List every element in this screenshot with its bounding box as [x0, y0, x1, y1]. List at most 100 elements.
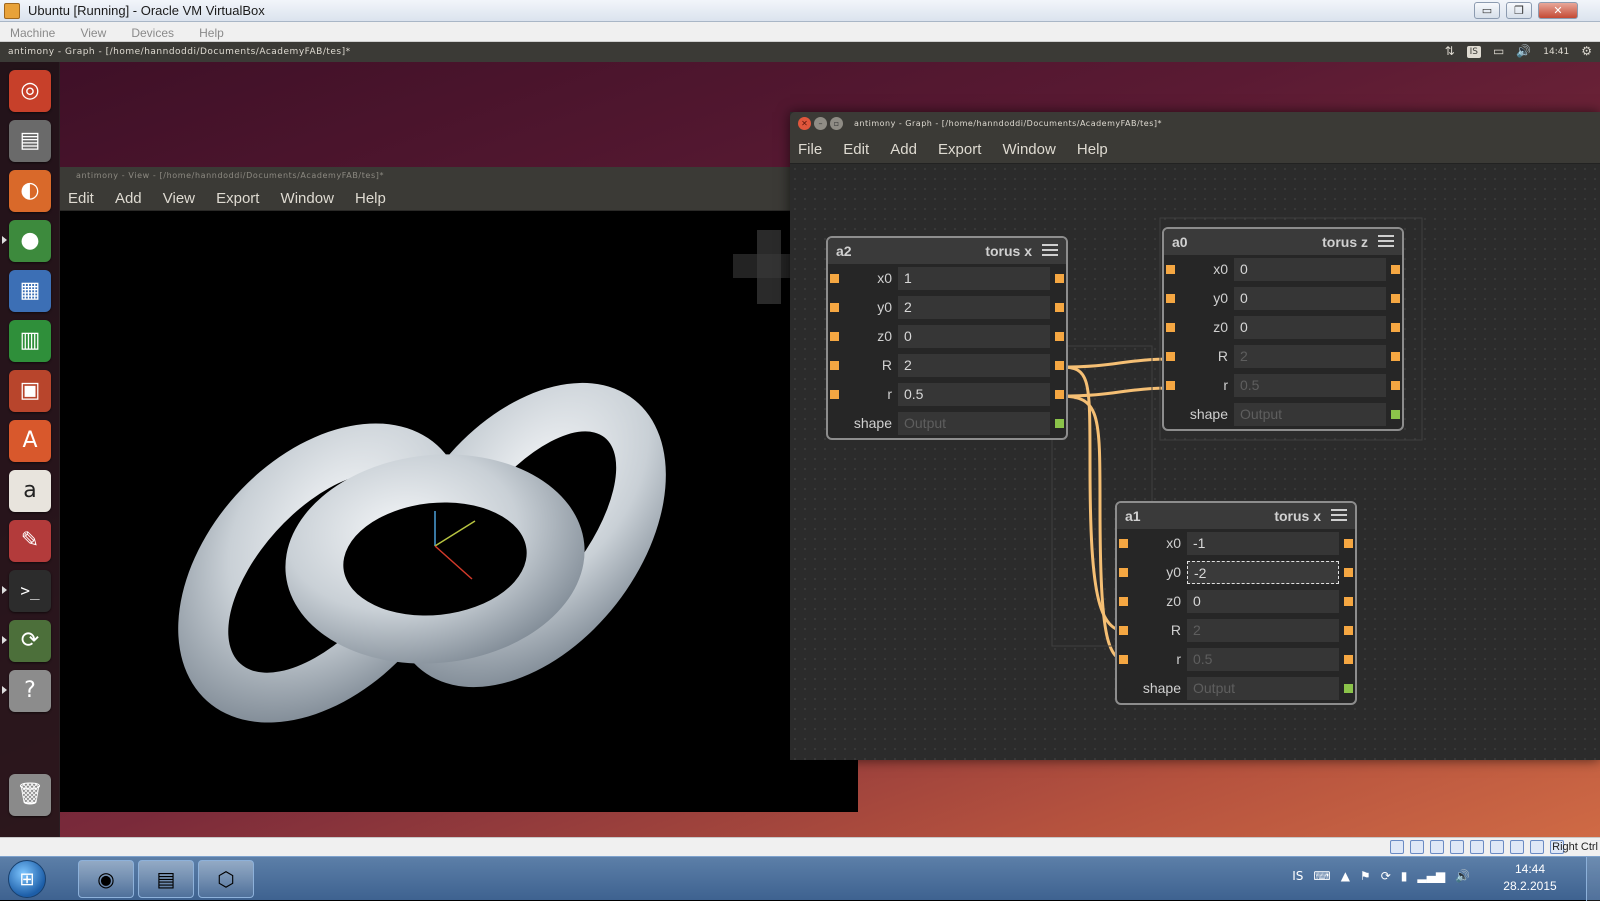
network-icon[interactable]: ▂▄▆ — [1417, 869, 1445, 883]
gear-icon[interactable]: ⚙ — [1581, 44, 1592, 58]
show-hidden-icons-icon[interactable]: ▲ — [1341, 869, 1350, 883]
help-icon[interactable]: ? — [9, 670, 51, 712]
view-menu-help[interactable]: Help — [347, 185, 394, 207]
keyboard-layout-indicator[interactable]: IS — [1466, 46, 1481, 58]
shape-output-port[interactable] — [1391, 410, 1400, 419]
menu-machine[interactable]: Machine — [0, 24, 65, 40]
output-port[interactable] — [1344, 597, 1353, 606]
input-port[interactable] — [830, 274, 839, 283]
input-port[interactable] — [830, 361, 839, 370]
volume-icon[interactable]: 🔊 — [1455, 869, 1470, 883]
y0-field-editing[interactable]: -2 — [1187, 561, 1339, 584]
shared-folders-icon[interactable] — [1450, 840, 1464, 854]
virtualbox-icon[interactable]: ⬡ — [198, 860, 254, 898]
input-port[interactable] — [1119, 539, 1128, 548]
view-menu-view[interactable]: View — [155, 185, 203, 207]
view-menu-edit[interactable]: Edit — [60, 185, 102, 207]
video-capture-icon[interactable] — [1490, 840, 1504, 854]
output-port[interactable] — [1055, 361, 1064, 370]
close-button[interactable]: ✕ — [1538, 2, 1578, 19]
language-indicator[interactable]: IS — [1292, 869, 1303, 883]
network-icon[interactable]: ⇅ — [1445, 44, 1455, 58]
x0-field[interactable]: 0 — [1234, 258, 1386, 281]
input-port[interactable] — [1119, 597, 1128, 606]
input-port[interactable] — [830, 303, 839, 312]
volume-icon[interactable]: 🔊 — [1516, 44, 1531, 58]
hamburger-menu-icon[interactable] — [1331, 509, 1347, 523]
show-desktop-button[interactable] — [1586, 857, 1600, 901]
graph-menu-add[interactable]: Add — [882, 136, 925, 158]
menu-devices[interactable]: Devices — [121, 24, 184, 40]
graph-menu-help[interactable]: Help — [1069, 136, 1116, 158]
writer-icon[interactable]: ▦ — [9, 270, 51, 312]
sync-icon[interactable]: ⟳ — [1381, 869, 1391, 883]
hamburger-menu-icon[interactable] — [1378, 235, 1394, 249]
graph-menu-window[interactable]: Window — [994, 136, 1063, 158]
amazon-icon[interactable]: a — [9, 470, 51, 512]
chrome-icon[interactable]: ● — [9, 220, 51, 262]
output-port[interactable] — [1055, 274, 1064, 283]
usb-icon[interactable] — [1430, 840, 1444, 854]
maximize-icon[interactable]: ▫ — [830, 117, 843, 130]
taskbar-clock[interactable]: 14:44 28.2.2015 — [1490, 861, 1570, 895]
network-adapter-icon[interactable] — [1510, 840, 1524, 854]
keyboard-icon[interactable]: ⌨ — [1313, 869, 1330, 883]
graph-menu-export[interactable]: Export — [930, 136, 989, 158]
menu-view[interactable]: View — [70, 24, 116, 40]
x0-field[interactable]: 1 — [898, 267, 1050, 290]
output-port[interactable] — [1344, 539, 1353, 548]
terminal-icon[interactable]: >_ — [9, 570, 51, 612]
3d-viewport[interactable] — [60, 211, 858, 812]
node-header[interactable]: a2 torus x — [828, 238, 1066, 264]
node-header[interactable]: a1 torus x — [1117, 503, 1355, 529]
input-port[interactable] — [1166, 294, 1175, 303]
mouse-integration-icon[interactable] — [1530, 840, 1544, 854]
input-port[interactable] — [830, 332, 839, 341]
y0-field[interactable]: 2 — [898, 296, 1050, 319]
output-port[interactable] — [1344, 626, 1353, 635]
x0-field[interactable]: -1 — [1187, 532, 1339, 555]
ubuntu-dash-icon[interactable]: ◎ — [9, 70, 51, 112]
node-header[interactable]: a0 torus z — [1164, 229, 1402, 255]
input-port[interactable] — [1166, 381, 1175, 390]
r-field[interactable]: 0.5 — [898, 383, 1050, 406]
view-menu-export[interactable]: Export — [208, 185, 267, 207]
input-port[interactable] — [1166, 265, 1175, 274]
trash-icon[interactable]: 🗑 — [9, 774, 51, 816]
battery-icon[interactable]: ▭ — [1493, 44, 1504, 58]
optical-drive-icon[interactable] — [1410, 840, 1424, 854]
view-menu-window[interactable]: Window — [273, 185, 342, 207]
view-cube-icon[interactable] — [733, 230, 793, 306]
impress-icon[interactable]: ▣ — [9, 370, 51, 412]
output-port[interactable] — [1055, 303, 1064, 312]
minimize-button[interactable]: ▭ — [1474, 2, 1500, 19]
z0-field[interactable]: 0 — [898, 325, 1050, 348]
output-port[interactable] — [1391, 381, 1400, 390]
z0-field[interactable]: 0 — [1234, 316, 1386, 339]
software-center-icon[interactable]: A — [9, 420, 51, 462]
output-port[interactable] — [1055, 332, 1064, 341]
close-icon[interactable]: ✕ — [798, 117, 811, 130]
display-icon[interactable] — [1470, 840, 1484, 854]
menu-help[interactable]: Help — [189, 24, 234, 40]
output-port[interactable] — [1391, 323, 1400, 332]
software-updater-icon[interactable]: ⟳ — [9, 620, 51, 662]
graph-menu-edit[interactable]: Edit — [835, 136, 877, 158]
node-a0[interactable]: a0 torus z x0 0 y0 0 z0 0 R 2 r 0.5 shap… — [1162, 227, 1404, 431]
windows-start-button[interactable]: ⊞ — [8, 860, 46, 898]
firefox-icon[interactable]: ◐ — [9, 170, 51, 212]
input-port[interactable] — [1166, 352, 1175, 361]
input-port[interactable] — [1119, 568, 1128, 577]
input-port[interactable] — [1119, 626, 1128, 635]
explorer-icon[interactable]: ▤ — [138, 860, 194, 898]
restore-button[interactable]: ❐ — [1506, 2, 1532, 19]
view-menu-add[interactable]: Add — [107, 185, 150, 207]
z0-field[interactable]: 0 — [1187, 590, 1339, 613]
minimize-icon[interactable]: – — [814, 117, 827, 130]
node-a2[interactable]: a2 torus x x0 1 y0 2 z0 0 R 2 r 0.5 shap… — [826, 236, 1068, 440]
output-port[interactable] — [1055, 390, 1064, 399]
calc-icon[interactable]: ▥ — [9, 320, 51, 362]
output-port[interactable] — [1391, 294, 1400, 303]
system-settings-icon[interactable]: ✎ — [9, 520, 51, 562]
input-port[interactable] — [1119, 655, 1128, 664]
